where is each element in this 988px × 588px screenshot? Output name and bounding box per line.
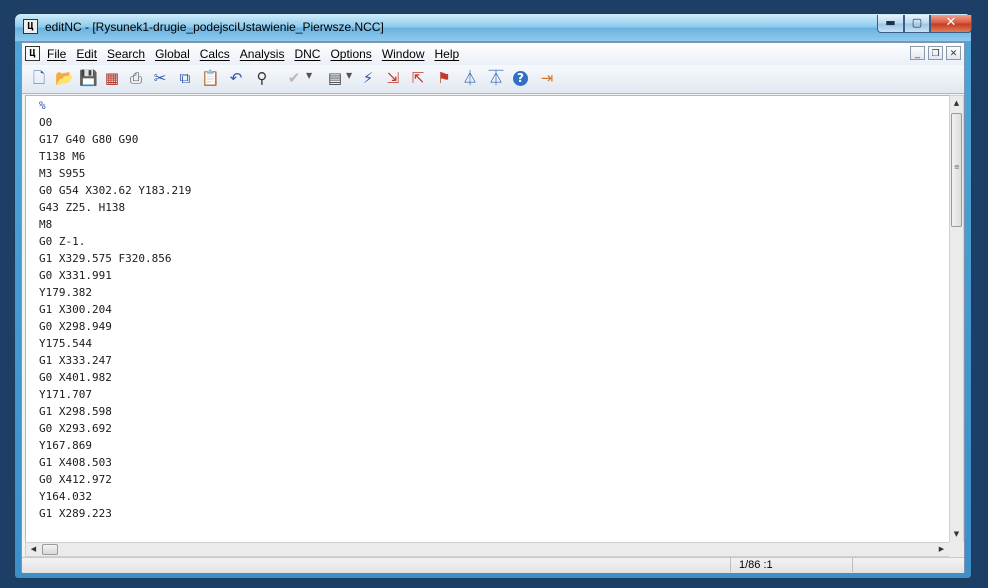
- close-button[interactable]: ✕: [930, 15, 972, 33]
- code-line: G0 X401.982: [39, 371, 112, 384]
- code-line: Y171.707: [39, 388, 92, 401]
- code-editor[interactable]: % O0 G17 G40 G80 G90 T138 M6 M3 S955 G0 G54 X…: [25, 95, 950, 543]
- minimize-button[interactable]: ▬: [877, 15, 904, 33]
- scroll-right-arrow-icon[interactable]: ▶: [934, 543, 949, 556]
- code-line: G0 X412.972: [39, 473, 112, 486]
- status-divider: [852, 558, 853, 572]
- scrollbar-corner: [949, 542, 964, 557]
- code-line: T138 M6: [39, 150, 86, 163]
- check-dropdown-arrow-icon[interactable]: ▼: [306, 71, 312, 80]
- toolbar: 🗋 📂 💾 ▦ ⎙ ✂ ⧉ 📋 ↶ ⚲ ✔ ▤ ⚡ ⇲ ⇱ ⚑ ⏃ ⏄? ⇥ ▼ ▼: [22, 65, 964, 94]
- save-all-icon[interactable]: ▦: [103, 69, 121, 87]
- paste-icon[interactable]: 📋: [201, 69, 220, 87]
- app-window: Ц editNC - [Rysunek1-drugie_podejsciUsta…: [14, 13, 972, 579]
- document-icon[interactable]: Ц: [25, 46, 40, 61]
- copy-icon[interactable]: ⧉: [176, 69, 194, 87]
- code-line: Y164.032: [39, 490, 92, 503]
- menu-items: File Edit Search Global Calcs Analysis DNC Opti…: [47, 47, 469, 61]
- send-icon[interactable]: ⇲: [384, 69, 402, 87]
- code-line: G17 G40 G80 G90: [39, 133, 139, 146]
- status-bar: 1/86 :1: [22, 557, 964, 573]
- cursor-position: 1/86 :1: [730, 558, 849, 572]
- code-line: M3 S955: [39, 167, 86, 180]
- menu-item-global[interactable]: Global: [155, 47, 190, 61]
- mdi-restore-button[interactable]: ❐: [928, 46, 943, 60]
- check-icon: ✔: [287, 69, 301, 87]
- horizontal-scroll-thumb[interactable]: [42, 544, 58, 555]
- code-line: Y179.382: [39, 286, 92, 299]
- code-line: G1 X300.204: [39, 303, 112, 316]
- exit-icon[interactable]: ⇥: [538, 69, 556, 87]
- code-line: G0 G54 X302.62 Y183.219: [39, 184, 192, 197]
- code-line: %: [39, 99, 46, 112]
- macro-dropdown-arrow-icon[interactable]: ▼: [346, 71, 352, 80]
- receive-icon[interactable]: ⇱: [409, 69, 427, 87]
- new-file-icon[interactable]: 🗋: [30, 69, 48, 87]
- scroll-left-arrow-icon[interactable]: ◀: [26, 543, 41, 556]
- cut-icon[interactable]: ✂: [151, 69, 169, 87]
- code-line: G0 Z-1.: [39, 235, 86, 248]
- vertical-scrollbar[interactable]: ▲ ≡ ▼: [949, 95, 964, 543]
- mdi-controls: _ ❐ ✕: [910, 46, 961, 60]
- menu-item-file[interactable]: File: [47, 47, 66, 61]
- menu-item-search[interactable]: Search: [107, 47, 145, 61]
- client-area: Ц File Edit Search Global Calcs Analysis DNC Op…: [21, 42, 965, 573]
- print-icon[interactable]: ⎙: [127, 69, 145, 87]
- code-line: G0 X298.949: [39, 320, 112, 333]
- code-line: G0 X331.991: [39, 269, 112, 282]
- code-line: G0 X293.692: [39, 422, 112, 435]
- scroll-down-arrow-icon[interactable]: ▼: [950, 527, 963, 542]
- scroll-up-arrow-icon[interactable]: ▲: [950, 96, 963, 111]
- menu-item-dnc[interactable]: DNC: [294, 47, 320, 61]
- code-line: G1 X329.575 F320.856: [39, 252, 172, 265]
- maximize-button[interactable]: ▢: [904, 15, 930, 33]
- code-line: G1 X289.223: [39, 507, 112, 520]
- code-line: G1 X298.598: [39, 405, 112, 418]
- code-line: Y175.544: [39, 337, 92, 350]
- mdi-minimize-button[interactable]: _: [910, 46, 925, 60]
- code-line: M8: [39, 218, 53, 231]
- sort-descending-icon[interactable]: ⏄: [487, 69, 505, 87]
- file-info-icon[interactable]: ⚑: [435, 69, 453, 87]
- transmit-icon[interactable]: ⚡: [359, 69, 377, 87]
- code-line: G1 X408.503: [39, 456, 112, 469]
- save-icon[interactable]: 💾: [79, 69, 98, 87]
- mdi-close-button[interactable]: ✕: [946, 46, 961, 60]
- horizontal-scrollbar[interactable]: ◀ ▶: [25, 542, 950, 557]
- macro-icon[interactable]: ▤: [326, 69, 344, 87]
- code-line: Y167.869: [39, 439, 92, 452]
- vertical-scroll-thumb[interactable]: ≡: [951, 113, 962, 227]
- menu-item-help[interactable]: Help: [435, 47, 460, 61]
- open-folder-icon[interactable]: 📂: [55, 69, 74, 87]
- title-bar[interactable]: Ц editNC - [Rysunek1-drugie_podejsciUsta…: [15, 14, 972, 41]
- app-icon[interactable]: Ц: [23, 19, 38, 34]
- menu-item-window[interactable]: Window: [382, 47, 425, 61]
- window-title: editNC - [Rysunek1-drugie_podejsciUstawi…: [45, 20, 384, 34]
- code-line: O0: [39, 116, 53, 129]
- menu-item-options[interactable]: Options: [330, 47, 371, 61]
- menu-bar: Ц File Edit Search Global Calcs Analysis DNC Op…: [22, 43, 964, 66]
- find-icon[interactable]: ⚲: [253, 69, 271, 87]
- menu-item-calcs[interactable]: Calcs: [200, 47, 230, 61]
- help-icon[interactable]: ?: [513, 71, 528, 86]
- code-line: G43 Z25. H138: [39, 201, 126, 214]
- menu-item-edit[interactable]: Edit: [76, 47, 97, 61]
- undo-icon[interactable]: ↶: [227, 69, 245, 87]
- menu-item-analysis[interactable]: Analysis: [240, 47, 285, 61]
- code-line: G1 X333.247: [39, 354, 112, 367]
- grip-icon: ≡: [954, 163, 960, 171]
- sort-ascending-icon[interactable]: ⏃: [461, 69, 479, 87]
